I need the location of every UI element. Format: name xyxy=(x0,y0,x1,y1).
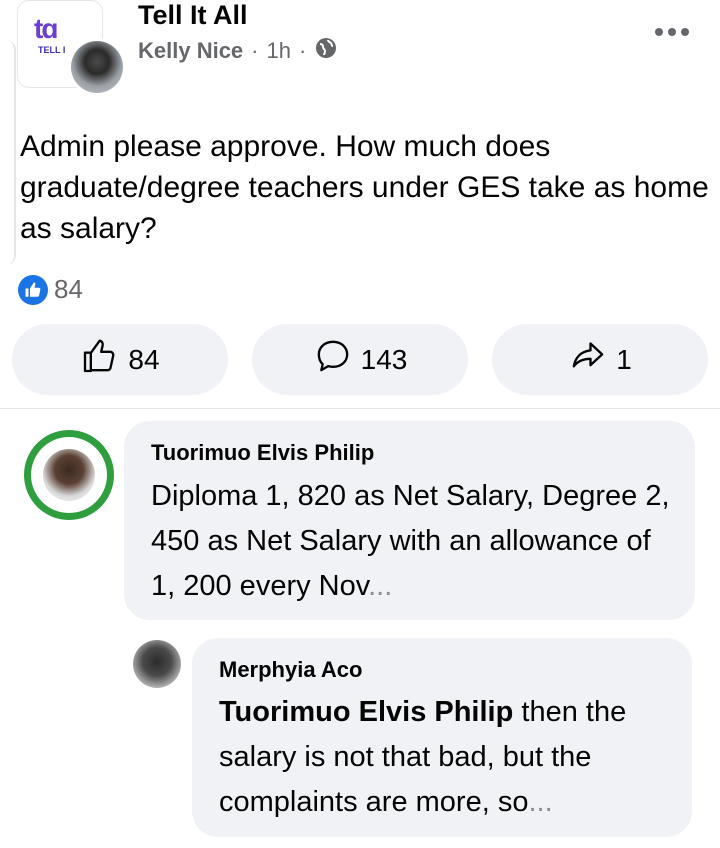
post-time[interactable]: 1h xyxy=(267,38,291,64)
share-button[interactable]: 1 xyxy=(492,324,708,395)
globe-icon xyxy=(314,36,338,66)
more-options-icon[interactable] xyxy=(655,22,700,42)
reaction-summary[interactable]: 84 xyxy=(18,274,83,305)
thumbs-up-icon xyxy=(80,336,120,383)
group-logo-mark: tɑ xyxy=(34,13,58,44)
share-icon xyxy=(568,336,608,383)
left-edge-card xyxy=(0,40,16,265)
commenter-avatar[interactable] xyxy=(24,430,114,520)
share-count: 1 xyxy=(616,343,632,375)
meta-separator: · xyxy=(298,38,307,63)
reply-avatar[interactable] xyxy=(133,640,181,688)
comment-count: 143 xyxy=(360,343,408,375)
group-name[interactable]: Tell It All xyxy=(138,0,248,31)
like-button[interactable]: 84 xyxy=(12,324,228,395)
reply-text: Tuorimuo Elvis Philip then the salary is… xyxy=(219,696,627,818)
reply-mention[interactable]: Tuorimuo Elvis Philip xyxy=(219,696,513,728)
like-reaction-icon xyxy=(18,274,48,305)
see-more-ellipsis[interactable]: ... xyxy=(368,570,392,602)
see-more-ellipsis[interactable]: ... xyxy=(528,786,552,818)
reply-author-name[interactable]: Merphyia Aco xyxy=(219,657,362,683)
comment-icon xyxy=(313,336,353,383)
comment-text: Diploma 1, 820 as Net Salary, Degree 2, … xyxy=(151,480,670,602)
meta-separator: · xyxy=(251,38,259,63)
group-logo-text: TELL I xyxy=(38,45,66,55)
like-count: 84 xyxy=(128,343,160,375)
divider xyxy=(0,408,720,409)
commenter-name[interactable]: Tuorimuo Elvis Philip xyxy=(151,440,374,466)
reaction-count: 84 xyxy=(54,274,83,304)
post-meta: Kelly Nice · 1h · xyxy=(138,36,338,66)
comment-button[interactable]: 143 xyxy=(252,324,468,395)
post-text: Admin please approve. How much does grad… xyxy=(20,130,709,245)
author-avatar[interactable] xyxy=(68,38,126,96)
author-name[interactable]: Kelly Nice xyxy=(138,38,243,64)
